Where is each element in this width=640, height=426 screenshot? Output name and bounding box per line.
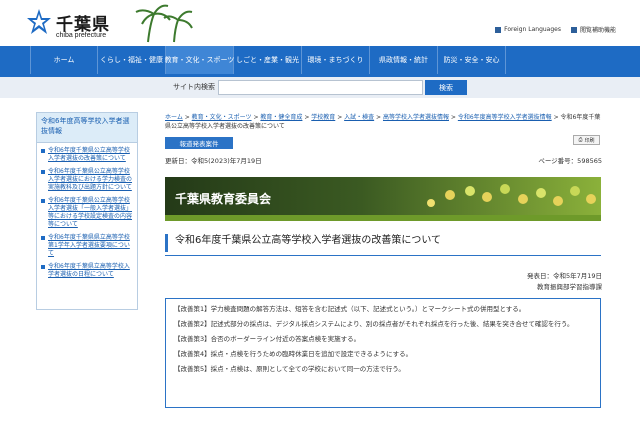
- bullet-icon: [41, 199, 45, 203]
- sidebar-title[interactable]: 令和6年度高等学校入学者選抜情報: [37, 113, 137, 143]
- breadcrumb-link[interactable]: 入試・検査: [344, 114, 374, 121]
- measures-box: 【改善策1】学力検査問題の解答方法は、短答を含む記述式（以下、記述式という。）と…: [165, 298, 601, 408]
- title-accent: [165, 234, 168, 252]
- header-links: Foreign Languages 閲覧補助機能: [495, 25, 616, 34]
- sidebar-item[interactable]: 令和6年度千葉県公立高等学校入学者選抜における学力検査の実施教科及び出題方針につ…: [41, 168, 133, 192]
- page-number: ページ番号：598565: [538, 157, 602, 165]
- breadcrumb-link[interactable]: ホーム: [165, 114, 183, 121]
- breadcrumb-link[interactable]: 教育・文化・スポーツ: [192, 114, 252, 121]
- search-input[interactable]: [218, 80, 423, 95]
- issue-date: 発表日：令和5年7月19日: [526, 272, 602, 280]
- bullet-icon: [41, 265, 45, 269]
- nav-safety[interactable]: 防災・安全・安心: [438, 46, 506, 74]
- foreign-languages-link[interactable]: Foreign Languages: [495, 25, 561, 34]
- bullet-icon: [41, 149, 45, 153]
- breadcrumb-link[interactable]: 教育・健全育成: [260, 114, 302, 121]
- banner-title: 千葉県教育委員会: [175, 192, 272, 206]
- page-title: 令和6年度千葉県公立高等学校入学者選抜の改善策について: [165, 232, 601, 256]
- nav-work[interactable]: しごと・産業・観光: [234, 46, 302, 74]
- board-of-education-banner: 千葉県教育委員会: [165, 177, 601, 221]
- nav-living[interactable]: くらし・福祉・健康: [98, 46, 166, 74]
- site-search-bar: サイト内検索 検索: [0, 77, 640, 98]
- accessibility-link[interactable]: 閲覧補助機能: [570, 25, 616, 34]
- issue-department: 教育振興部学習指導課: [537, 283, 602, 291]
- measure-item: 【改善策3】合否のボーダーライン付近の答案点検を実施する。: [174, 335, 361, 343]
- sidebar: 令和6年度高等学校入学者選抜情報 令和6年度千葉県公立高等学校入学者選抜の改善策…: [36, 112, 138, 310]
- globe-icon: [495, 26, 502, 33]
- global-nav: ホーム くらし・福祉・健康 教育・文化・スポーツ しごと・産業・観光 環境・まち…: [0, 46, 640, 74]
- sidebar-list: 令和6年度千葉県公立高等学校入学者選抜の改善策について 令和6年度千葉県公立高等…: [37, 143, 137, 279]
- bullet-icon: [41, 236, 45, 240]
- breadcrumb-link[interactable]: 令和6年度高等学校入学者選抜情報: [458, 114, 552, 121]
- search-label: サイト内検索: [173, 83, 215, 91]
- sidebar-item[interactable]: 令和6年度千葉県県立高等学校第1学年入学者選抜要項について: [41, 234, 133, 258]
- accessibility-icon: [570, 26, 577, 33]
- search-button[interactable]: 検索: [425, 80, 467, 95]
- site-logo[interactable]: 千葉県 chiba prefecture: [26, 8, 136, 42]
- updated-date: 更新日：令和5(2023)年7月19日: [165, 157, 262, 165]
- bullet-icon: [41, 170, 45, 174]
- measure-item: 【改善策2】記述式部分の採点は、デジタル採点システムにより、別の採点者がそれぞれ…: [174, 320, 574, 328]
- breadcrumb-link[interactable]: 学校教育: [311, 114, 335, 121]
- nav-environment[interactable]: 環境・まちづくり: [302, 46, 370, 74]
- press-release-badge: 報道発表案件: [165, 137, 233, 149]
- logo-subtitle: chiba prefecture: [56, 32, 107, 39]
- nav-government[interactable]: 県政情報・統計: [370, 46, 438, 74]
- nav-home[interactable]: ホーム: [30, 46, 98, 74]
- nav-education[interactable]: 教育・文化・スポーツ: [165, 46, 234, 74]
- breadcrumb: ホーム > 教育・文化・スポーツ > 教育・健全育成 > 学校教育 > 入試・検…: [165, 114, 601, 130]
- sidebar-item[interactable]: 令和6年度千葉県公立高等学校入学者選抜「一般入学者選抜」等における学校設定検査の…: [41, 197, 133, 229]
- print-button[interactable]: ⎙ 印刷: [573, 135, 600, 145]
- sidebar-item[interactable]: 令和6年度千葉県公立高等学校入学者選抜の改善策について: [41, 147, 133, 163]
- sidebar-item[interactable]: 令和6年度千葉県立高等学校入学者選抜の日程について: [41, 263, 133, 279]
- measure-item: 【改善策4】採点・点検を行うための臨時休業日を追加で設定できるようにする。: [174, 350, 413, 358]
- printer-icon: ⎙: [578, 137, 583, 143]
- chiba-emblem-icon: [27, 9, 51, 34]
- measure-item: 【改善策1】学力検査問題の解答方法は、短答を含む記述式（以下、記述式という。）と…: [174, 305, 526, 313]
- palm-trees-icon: [135, 4, 193, 43]
- measure-item: 【改善策5】採点・点検は、原則として全ての学校において同一の方法で行う。: [174, 365, 405, 373]
- breadcrumb-link[interactable]: 高等学校入学者選抜情報: [383, 114, 449, 121]
- site-header: 千葉県 chiba prefecture Foreign Languages 閲…: [0, 0, 640, 44]
- issue-info: 発表日：令和5年7月19日 教育振興部学習指導課: [527, 271, 602, 293]
